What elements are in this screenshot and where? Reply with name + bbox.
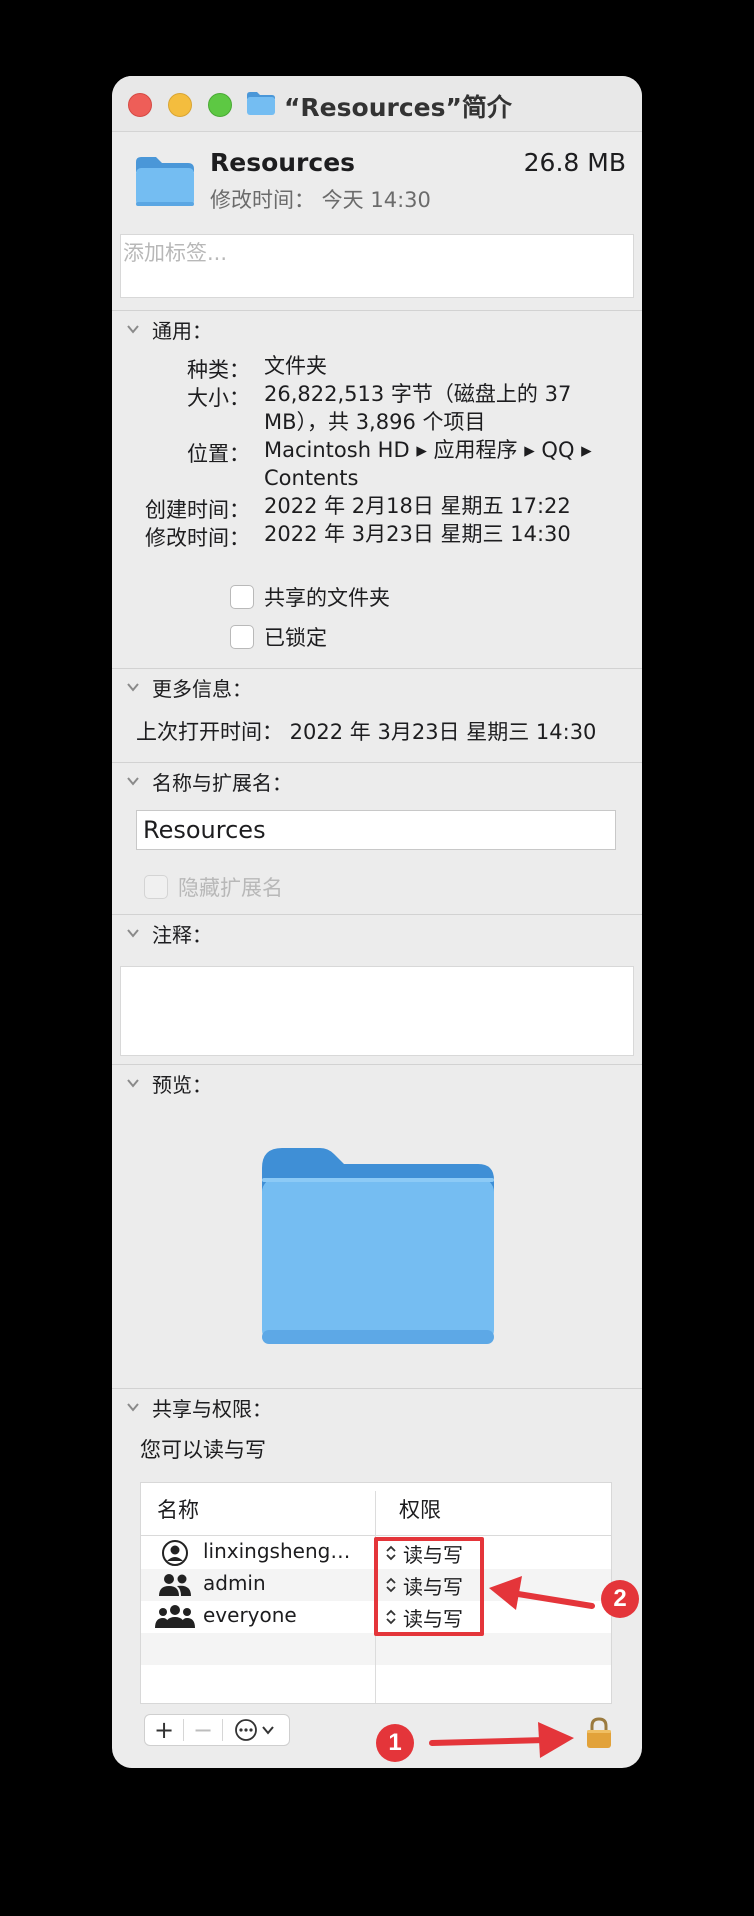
location-label: 位置：	[187, 442, 250, 466]
last-opened: 上次打开时间： 2022 年 3月23日 星期三 14:30	[136, 720, 597, 744]
tags-input[interactable]	[121, 235, 633, 297]
folder-icon	[247, 92, 275, 115]
modified-value: 2022 年 3月23日 星期三 14:30	[264, 522, 571, 546]
minimize-button[interactable]	[168, 93, 192, 117]
divider	[112, 914, 642, 915]
section-preview-header[interactable]: 预览：	[126, 1068, 212, 1098]
section-title: 注释：	[152, 922, 212, 947]
created-label: 创建时间：	[145, 498, 250, 522]
chevron-down-icon	[127, 929, 139, 938]
kind-value: 文件夹	[264, 354, 327, 378]
name-input[interactable]	[137, 811, 615, 849]
item-size: 26.8 MB	[523, 148, 626, 177]
highlight-box	[374, 1537, 484, 1636]
item-name: Resources	[210, 148, 356, 177]
divider	[112, 668, 642, 669]
lock-icon[interactable]	[584, 1716, 614, 1750]
kind-label: 种类：	[187, 358, 250, 382]
remove-user-button[interactable]: −	[184, 1715, 222, 1745]
checkbox[interactable]	[144, 875, 168, 899]
comments-field[interactable]	[120, 966, 634, 1056]
shared-folder-label: 共享的文件夹	[264, 586, 390, 610]
title-bar[interactable]: “Resources”简介	[112, 76, 642, 132]
name-field[interactable]	[136, 810, 616, 850]
summary-header: Resources 26.8 MB 修改时间： 今天 14:30	[112, 132, 642, 222]
row-name: linxingsheng…	[203, 1539, 351, 1563]
permissions-toolbar: + −	[144, 1714, 290, 1746]
divider	[112, 762, 642, 763]
size-label: 大小：	[187, 386, 250, 410]
everyone-icon	[155, 1603, 195, 1631]
empty-row	[141, 1633, 611, 1665]
annotation-marker-2: 2	[601, 1580, 639, 1618]
chevron-down-icon	[127, 683, 139, 692]
divider	[112, 1388, 642, 1389]
checkbox[interactable]	[230, 585, 254, 609]
divider	[112, 310, 642, 311]
folder-preview-icon	[262, 1148, 494, 1344]
close-button[interactable]	[128, 93, 152, 117]
chevron-down-icon	[127, 777, 139, 786]
created-value: 2022 年 2月18日 星期五 17:22	[264, 494, 571, 518]
size-value: 26,822,513 字节（磁盘上的 37 MB），共 3,896 个项目	[264, 382, 572, 434]
section-title: 预览：	[152, 1072, 212, 1097]
section-more-info-header[interactable]: 更多信息：	[126, 672, 252, 702]
header-divider	[141, 1535, 611, 1536]
checkbox[interactable]	[230, 625, 254, 649]
row-name: admin	[203, 1571, 266, 1595]
section-title: 通用：	[152, 318, 212, 343]
modified-label: 修改时间：	[145, 526, 250, 550]
section-name-ext-header[interactable]: 名称与扩展名：	[126, 766, 292, 796]
column-header-permission[interactable]: 权限	[399, 1483, 441, 1535]
add-user-button[interactable]: +	[145, 1715, 183, 1745]
window-title: “Resources”简介	[284, 93, 512, 122]
zoom-button[interactable]	[208, 93, 232, 117]
hide-extension-checkbox[interactable]: 隐藏扩展名	[144, 872, 283, 902]
folder-icon	[136, 157, 194, 206]
section-general-header[interactable]: 通用：	[126, 314, 212, 344]
divider	[112, 1064, 642, 1065]
section-title: 更多信息：	[152, 676, 252, 701]
location-value: Macintosh HD ▸ 应用程序 ▸ QQ ▸ Contents	[264, 438, 592, 490]
locked-checkbox[interactable]: 已锁定	[230, 622, 327, 652]
chevron-down-icon	[127, 325, 139, 334]
locked-label: 已锁定	[264, 626, 327, 650]
annotation-marker-1: 1	[376, 1724, 414, 1762]
user-icon	[155, 1539, 195, 1567]
permission-note: 您可以读与写	[140, 1438, 266, 1462]
chevron-down-icon	[127, 1403, 139, 1412]
section-comments-header[interactable]: 注释：	[126, 918, 212, 948]
hide-extension-label: 隐藏扩展名	[178, 876, 283, 900]
empty-row	[141, 1665, 611, 1697]
shared-folder-checkbox[interactable]: 共享的文件夹	[230, 582, 390, 612]
get-info-window: “Resources”简介 Resources 26.8 MB 修改时间： 今天…	[112, 76, 642, 1768]
tags-field[interactable]	[120, 234, 634, 298]
section-sharing-header[interactable]: 共享与权限：	[126, 1392, 272, 1422]
chevron-down-icon	[127, 1079, 139, 1088]
group-icon	[155, 1571, 195, 1599]
section-title: 共享与权限：	[152, 1396, 272, 1421]
modified-time: 修改时间： 今天 14:30	[210, 188, 431, 212]
section-title: 名称与扩展名：	[152, 770, 292, 795]
column-header-name[interactable]: 名称	[157, 1483, 199, 1535]
action-menu-button[interactable]	[223, 1715, 289, 1745]
ellipsis-circle-icon	[235, 1719, 274, 1741]
row-name: everyone	[203, 1603, 297, 1627]
